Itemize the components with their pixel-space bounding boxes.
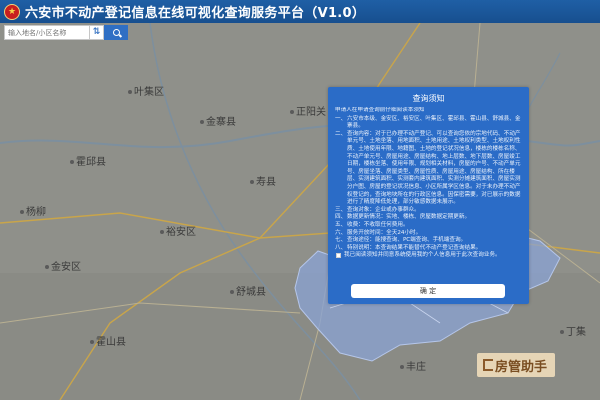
city-label: 金安区 bbox=[45, 258, 81, 273]
agree-row: 我已阅读须知并同意系统使用我的个人信息用于此次查询业务。 bbox=[335, 252, 523, 260]
emblem-icon bbox=[4, 3, 20, 20]
city-label: 金寨县 bbox=[200, 113, 236, 128]
notice-item-number: 七、 bbox=[335, 237, 347, 244]
notice-item-text: 服务开放时间：全天24小时。 bbox=[347, 229, 422, 236]
search-bar: ⇅ bbox=[4, 25, 128, 40]
notice-item: 四、 数据更新情况：实地、楼栋、房屋数据定期更新。 bbox=[335, 214, 523, 222]
route-button[interactable]: ⇅ bbox=[90, 25, 104, 40]
page-title: 六安市不动产登记信息在线可视化查询服务平台（V1.0） bbox=[25, 6, 366, 21]
notice-item-text: 六安市本级、金安区、裕安区、叶集区、霍邱县、霍山县、舒城县、金寨县。 bbox=[347, 115, 521, 130]
notice-item-text: 数据更新情况：实地、楼栋、房屋数据定期更新。 bbox=[347, 214, 471, 221]
agree-checkbox[interactable] bbox=[336, 253, 341, 259]
city-label: 舒城县 bbox=[230, 283, 266, 298]
notice-item-text: 查询内容：对于已办理不动产登记、可以查询您依的宗地代码、不动产单元号、土地坐落、… bbox=[347, 130, 521, 206]
app-header: 六安市不动产登记信息在线可视化查询服务平台（V1.0） bbox=[0, 0, 600, 23]
city-label: 叶集区 bbox=[128, 83, 164, 98]
search-input[interactable] bbox=[4, 25, 90, 40]
city-label: 丁集 bbox=[560, 323, 586, 338]
notice-item-number: 五、 bbox=[335, 221, 347, 228]
agree-text: 我已阅读须知并同意系统使用我的个人信息用于此次查询业务。 bbox=[344, 252, 501, 259]
search-icon bbox=[113, 29, 120, 36]
city-label: 霍山县 bbox=[90, 333, 126, 348]
notice-item: 一、 六安市本级、金安区、裕安区、叶集区、霍邱县、霍山县、舒城县、金寨县。 bbox=[335, 116, 523, 131]
bracket-icon bbox=[483, 359, 493, 371]
notice-item-number: 一、 bbox=[335, 115, 347, 122]
watermark: 房管助手 bbox=[477, 353, 556, 377]
search-button[interactable] bbox=[104, 25, 128, 40]
notice-item-number: 六、 bbox=[335, 229, 347, 236]
dialog-body[interactable]: 申请人在申请查询前仔细阅读本须知 一、 六安市本级、金安区、裕安区、叶集区、霍邱县… bbox=[335, 107, 523, 267]
city-label: 丰庄 bbox=[400, 358, 426, 373]
watermark-text: 房管助手 bbox=[495, 359, 548, 375]
notice-item-number: 二、 bbox=[335, 130, 347, 137]
city-label: 裕安区 bbox=[160, 223, 196, 238]
notice-item-text: 查询途径：能搜查询、PC端查询、手机端查询。 bbox=[347, 237, 467, 244]
notice-item: 七、 查询途径：能搜查询、PC端查询、手机端查询。 bbox=[335, 237, 523, 245]
notice-item: 二、 查询内容：对于已办理不动产登记、可以查询您依的宗地代码、不动产单元号、土地坐… bbox=[335, 131, 523, 207]
notice-item: 六、 服务开放时间：全天24小时。 bbox=[335, 230, 523, 238]
confirm-button[interactable]: 确 定 bbox=[351, 284, 505, 298]
city-label: 霍邱县 bbox=[70, 153, 106, 168]
notice-item: 五、 收费：不收取任何费用。 bbox=[335, 222, 523, 230]
city-label: 正阳关 bbox=[290, 103, 326, 118]
query-notice-dialog: 查询须知 申请人在申请查询前仔细阅读本须知 一、 六安市本级、金安区、裕安区、叶集… bbox=[328, 87, 529, 304]
city-label: 寿县 bbox=[250, 173, 276, 188]
notice-item-number: 四、 bbox=[335, 214, 347, 221]
dialog-title: 查询须知 bbox=[412, 94, 445, 103]
city-label: 杨柳 bbox=[20, 203, 46, 218]
notice-item-text: 收费：不收取任何费用。 bbox=[347, 221, 409, 228]
notice-intro: 申请人在申请查询前仔细阅读本须知 bbox=[335, 107, 425, 113]
